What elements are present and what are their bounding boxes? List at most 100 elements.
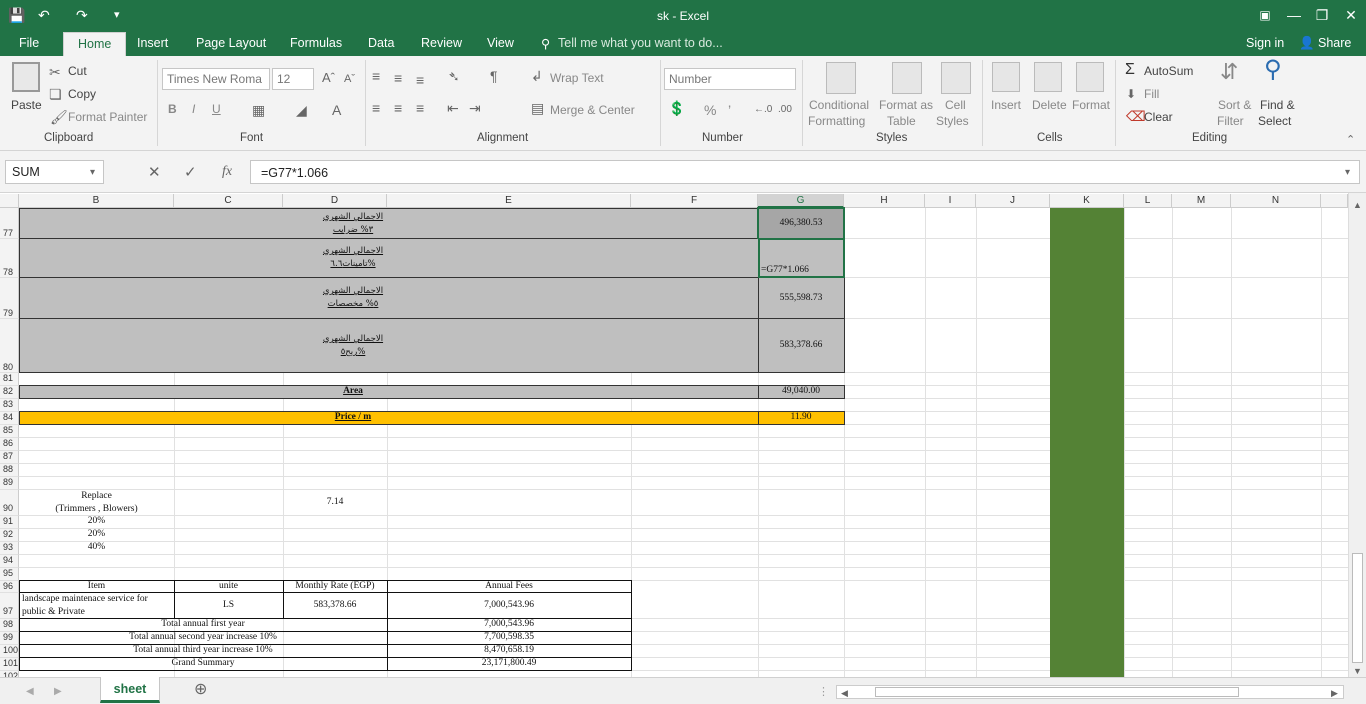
cell-g80[interactable]: 583,378.66: [758, 340, 844, 350]
align-left-icon[interactable]: ≡: [372, 100, 380, 116]
row-header-99[interactable]: 99: [0, 632, 19, 645]
cell-e99[interactable]: 7,700,598.35: [387, 632, 631, 642]
tab-file[interactable]: File: [19, 36, 39, 50]
row-header-98[interactable]: 98: [0, 619, 19, 632]
row-header-93[interactable]: 93: [0, 542, 19, 555]
column-header-k[interactable]: K: [1050, 194, 1124, 208]
row-header-85[interactable]: 85: [0, 425, 19, 438]
cell-d90[interactable]: 7.14: [283, 497, 387, 507]
borders-icon[interactable]: ▦: [252, 102, 265, 118]
row-header-79[interactable]: 79: [0, 278, 19, 319]
copy-button[interactable]: Copy: [68, 87, 96, 101]
comma-button[interactable]: ’: [728, 102, 731, 118]
column-header-i[interactable]: I: [925, 194, 976, 208]
cell-b93[interactable]: 40%: [19, 542, 174, 552]
tab-splitter-icon[interactable]: ⋮: [818, 684, 829, 700]
row-header-88[interactable]: 88: [0, 464, 19, 477]
cell-styles-button[interactable]: Cell: [945, 98, 966, 112]
cut-button[interactable]: Cut: [68, 64, 87, 78]
decrease-indent-icon[interactable]: ⇤: [447, 100, 459, 116]
row-header-91[interactable]: 91: [0, 516, 19, 529]
column-header-b[interactable]: B: [19, 194, 174, 208]
cell-e100[interactable]: 8,470,658.19: [387, 645, 631, 655]
italic-button[interactable]: I: [192, 102, 195, 116]
conditional-formatting-button[interactable]: Conditional: [809, 98, 869, 112]
align-bottom-icon[interactable]: ≡: [416, 72, 424, 88]
cell-b90-line1[interactable]: Replace: [19, 491, 174, 501]
cell-b97-line1[interactable]: landscape maintenace service for: [22, 594, 148, 604]
cancel-icon[interactable]: ✕: [148, 165, 161, 181]
align-center-icon[interactable]: ≡: [394, 100, 402, 116]
sign-in-link[interactable]: Sign in: [1246, 36, 1284, 50]
tab-insert[interactable]: Insert: [137, 36, 168, 50]
autosum-button[interactable]: AutoSum: [1144, 64, 1193, 78]
clear-button[interactable]: Clear: [1144, 110, 1173, 124]
scroll-right-icon[interactable]: ▶: [1331, 685, 1338, 701]
row-header-92[interactable]: 92: [0, 529, 19, 542]
cell-b101[interactable]: Grand Summary: [19, 658, 387, 668]
row-header-86[interactable]: 86: [0, 438, 19, 451]
column-header-d[interactable]: D: [283, 194, 387, 208]
collapse-ribbon-icon[interactable]: ⌃: [1346, 132, 1355, 148]
sheet-tab[interactable]: sheet: [100, 677, 160, 703]
horizontal-scrollbar[interactable]: ◀ ▶: [836, 685, 1344, 699]
align-top-icon[interactable]: ≡: [372, 68, 380, 84]
column-header-c[interactable]: C: [174, 194, 283, 208]
cell-b97-line2[interactable]: public & Private: [22, 607, 85, 617]
row-header-82[interactable]: 82: [0, 386, 19, 399]
name-box-dropdown-icon[interactable]: ▾: [90, 165, 95, 181]
row-header-97[interactable]: 97: [0, 593, 19, 619]
tab-review[interactable]: Review: [421, 36, 462, 50]
row-header-84[interactable]: 84: [0, 412, 19, 425]
insert-function-icon[interactable]: fx: [222, 164, 232, 180]
column-header-f[interactable]: F: [631, 194, 758, 208]
minimize-button[interactable]: —: [1281, 3, 1307, 27]
increase-font-icon[interactable]: Aˆ: [322, 70, 335, 86]
row-header-101[interactable]: 101: [0, 658, 19, 671]
number-format-select[interactable]: Number: [664, 68, 796, 90]
underline-button[interactable]: U: [212, 102, 221, 116]
percent-button[interactable]: %: [704, 102, 716, 118]
cell-g82[interactable]: 49,040.00: [758, 386, 844, 396]
scroll-up-icon[interactable]: ▲: [1353, 197, 1362, 213]
row-header-83[interactable]: 83: [0, 399, 19, 412]
cell-e101[interactable]: 23,171,800.49: [387, 658, 631, 668]
column-header-h[interactable]: H: [844, 194, 925, 208]
font-color-icon[interactable]: A: [332, 102, 341, 118]
cell-d82[interactable]: Area: [283, 386, 423, 396]
restore-button[interactable]: ❐: [1309, 3, 1335, 27]
cell-g79[interactable]: 555,598.73: [758, 293, 844, 303]
row-header-81[interactable]: 81: [0, 373, 19, 386]
row-header-96[interactable]: 96: [0, 581, 19, 593]
vertical-scroll-thumb[interactable]: [1352, 553, 1363, 663]
table-header-unite[interactable]: unite: [174, 581, 283, 591]
delete-cells-button[interactable]: Delete: [1032, 98, 1067, 112]
table-header-rate[interactable]: Monthly Rate (EGP): [283, 581, 387, 591]
column-header-n[interactable]: N: [1231, 194, 1321, 208]
tab-home[interactable]: Home: [63, 32, 127, 57]
increase-decimal-icon[interactable]: ←.0: [754, 102, 772, 118]
scroll-left-icon[interactable]: ◀: [841, 685, 848, 701]
row-header-90[interactable]: 90: [0, 490, 19, 516]
prev-sheet-icon[interactable]: ◀: [26, 684, 34, 700]
rtl-icon[interactable]: ¶: [490, 68, 498, 84]
tell-me-box[interactable]: Tell me what you want to do...: [558, 36, 723, 50]
next-sheet-icon[interactable]: ▶: [54, 684, 62, 700]
font-name-input[interactable]: Times New Roma: [162, 68, 270, 90]
format-as-table-button[interactable]: Format as: [879, 98, 933, 112]
insert-cells-button[interactable]: Insert: [991, 98, 1021, 112]
expand-formula-icon[interactable]: ▾: [1345, 165, 1350, 181]
font-size-input[interactable]: 12: [272, 68, 314, 90]
wrap-text-button[interactable]: Wrap Text: [550, 71, 604, 85]
cell-b91[interactable]: 20%: [19, 516, 174, 526]
table-header-item[interactable]: Item: [19, 581, 174, 591]
column-header-m[interactable]: M: [1172, 194, 1231, 208]
format-painter-button[interactable]: Format Painter: [68, 110, 147, 124]
sort-filter-button[interactable]: Sort &: [1218, 98, 1251, 112]
cell-b100[interactable]: Total annual third year increase 10%: [19, 645, 387, 655]
accounting-icon[interactable]: 💲: [668, 100, 685, 116]
enter-icon[interactable]: ✓: [184, 165, 197, 181]
fill-button[interactable]: Fill: [1144, 87, 1159, 101]
orientation-icon[interactable]: ➴: [448, 68, 460, 84]
row-header-100[interactable]: 100: [0, 645, 19, 658]
